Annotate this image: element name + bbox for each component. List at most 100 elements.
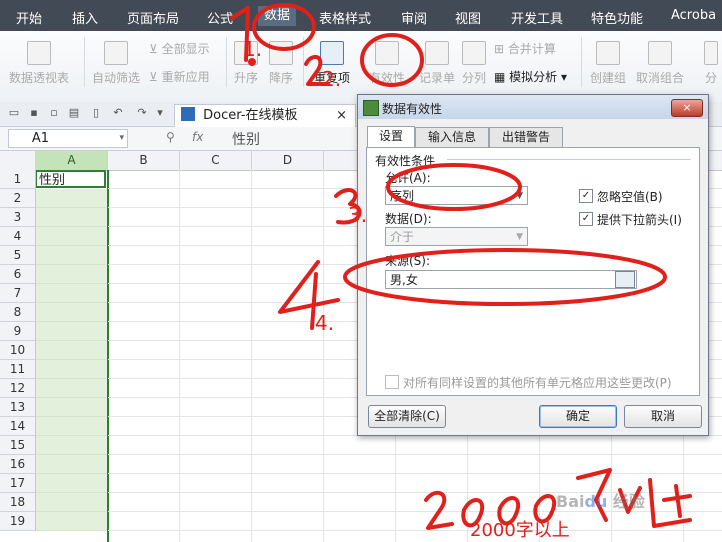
tab-error-alert[interactable]: 出错警告 [489, 127, 563, 147]
cell-a1[interactable]: 性别 [35, 170, 106, 188]
menu-developer[interactable]: 开发工具 [511, 8, 563, 27]
dropdown-arrow-checkbox[interactable]: ✓ [579, 212, 593, 226]
export-icon[interactable]: ▯ [90, 107, 102, 119]
menu-insert[interactable]: 插入 [72, 8, 98, 27]
clear-all-button[interactable]: 全部清除(C) [368, 405, 446, 428]
row-header[interactable]: 4 [0, 227, 36, 246]
cell-a3[interactable] [36, 208, 107, 227]
cell-a13[interactable] [36, 398, 107, 417]
row-header[interactable]: 12 [0, 379, 36, 398]
tab-docer-template[interactable]: Docer-在线模板 × [174, 104, 356, 127]
duplicates-button[interactable]: 重复项 [314, 41, 350, 86]
row-header[interactable]: 18 [0, 493, 36, 512]
sort-asc-button[interactable]: 升序 [234, 41, 258, 86]
undo-icon[interactable]: ↶ [112, 107, 124, 119]
row-header[interactable]: 16 [0, 455, 36, 474]
print-preview-icon[interactable]: ▫ [48, 107, 60, 119]
menu-view[interactable]: 视图 [455, 8, 481, 27]
row-header[interactable]: 6 [0, 265, 36, 284]
close-button[interactable]: × [671, 99, 703, 117]
data-select[interactable]: 介于 ▼ [385, 227, 528, 246]
sort-desc-button[interactable]: 降序 [269, 41, 293, 86]
cell-a10[interactable] [36, 341, 107, 360]
menu-review[interactable]: 审阅 [401, 8, 427, 27]
fx-icon[interactable]: fx [192, 130, 203, 144]
allow-value: 序列 [390, 189, 415, 203]
row-header[interactable]: 19 [0, 512, 36, 531]
name-box[interactable]: A1 ▾ [8, 129, 128, 148]
cell-a5[interactable] [36, 246, 107, 265]
cell-a8[interactable] [36, 303, 107, 322]
validity-button[interactable]: 有效性 [369, 41, 405, 86]
menu-data[interactable]: 数据 [258, 6, 297, 26]
ungroup-button[interactable]: 取消组合 [636, 41, 684, 86]
row-header[interactable]: 10 [0, 341, 36, 360]
consolidate-button[interactable]: ⊞ 合并计算 [494, 40, 556, 57]
record-form-button[interactable]: 记录单 [419, 41, 455, 86]
row-header[interactable]: 11 [0, 360, 36, 379]
menu-page-layout[interactable]: 页面布局 [127, 8, 179, 27]
redo-icon[interactable]: ↷ [136, 107, 148, 119]
cell-a7[interactable] [36, 284, 107, 303]
reapply-button[interactable]: ⊻ 重新应用 [149, 68, 210, 85]
menu-formula[interactable]: 公式 [207, 8, 233, 27]
menu-acrobat[interactable]: Acroba [671, 8, 716, 23]
menu-special[interactable]: 特色功能 [591, 8, 643, 27]
show-all-button[interactable]: ⊻ 全部显示 [149, 40, 210, 57]
row-header[interactable]: 17 [0, 474, 36, 493]
range-select-icon[interactable] [615, 271, 635, 288]
cell-a19[interactable] [36, 512, 107, 531]
print-icon[interactable]: ▤ [68, 107, 80, 119]
menu-table-style[interactable]: 表格样式 [319, 8, 371, 27]
row-header[interactable]: 1 [0, 170, 36, 189]
row-header[interactable]: 13 [0, 398, 36, 417]
formula-content[interactable]: 性别 [232, 129, 260, 149]
menu-start[interactable]: 开始 [16, 8, 42, 27]
what-if-button[interactable]: ▦ 模拟分析 ▾ [494, 68, 567, 85]
save-icon[interactable]: ▪ [28, 107, 40, 119]
select-all-corner[interactable] [0, 151, 36, 171]
cell-a6[interactable] [36, 265, 107, 284]
zoom-icon[interactable]: ⚲ [166, 130, 175, 144]
subtotal-button[interactable]: 分 [704, 41, 718, 86]
tab-input-message[interactable]: 输入信息 [415, 127, 489, 147]
cell-a15[interactable] [36, 436, 107, 455]
pivot-table-button[interactable]: 数据透视表 [9, 41, 69, 86]
tab-settings[interactable]: 设置 [367, 126, 415, 148]
cell-a14[interactable] [36, 417, 107, 436]
ok-button[interactable]: 确定 [539, 405, 617, 428]
ignore-blank-checkbox[interactable]: ✓ [579, 189, 593, 203]
folder-icon[interactable]: ▭ [8, 107, 20, 119]
group-button[interactable]: 创建组 [590, 41, 626, 86]
row-header[interactable]: 9 [0, 322, 36, 341]
cell-a2[interactable] [36, 189, 107, 208]
cell-a11[interactable] [36, 360, 107, 379]
column-header-b[interactable]: B [108, 151, 180, 171]
cell-a18[interactable] [36, 493, 107, 512]
row-header[interactable]: 8 [0, 303, 36, 322]
cell-a9[interactable] [36, 322, 107, 341]
cell-a17[interactable] [36, 474, 107, 493]
row-header[interactable]: 2 [0, 189, 36, 208]
column-header-d[interactable]: D [252, 151, 324, 171]
row-header[interactable]: 3 [0, 208, 36, 227]
chevron-down-icon[interactable]: ▾ [154, 107, 166, 119]
source-input[interactable]: 男,女 [385, 270, 637, 289]
baidu-watermark: Baidu 经验 [556, 492, 645, 511]
allow-select[interactable]: 序列 ▼ [385, 186, 528, 205]
validity-label: 有效性 [369, 71, 406, 85]
cell-a16[interactable] [36, 455, 107, 474]
row-header[interactable]: 5 [0, 246, 36, 265]
apply-all-checkbox[interactable] [385, 375, 399, 389]
row-header[interactable]: 15 [0, 436, 36, 455]
cancel-button[interactable]: 取消 [624, 405, 702, 428]
text-to-columns-button[interactable]: 分列 [462, 41, 486, 86]
row-header[interactable]: 14 [0, 417, 36, 436]
row-header[interactable]: 7 [0, 284, 36, 303]
column-header-c[interactable]: C [180, 151, 252, 171]
cell-a4[interactable] [36, 227, 107, 246]
cell-a12[interactable] [36, 379, 107, 398]
auto-filter-button[interactable]: 自动筛选 [92, 41, 140, 86]
column-header-a[interactable]: A [36, 151, 108, 171]
close-icon[interactable]: × [336, 105, 347, 127]
